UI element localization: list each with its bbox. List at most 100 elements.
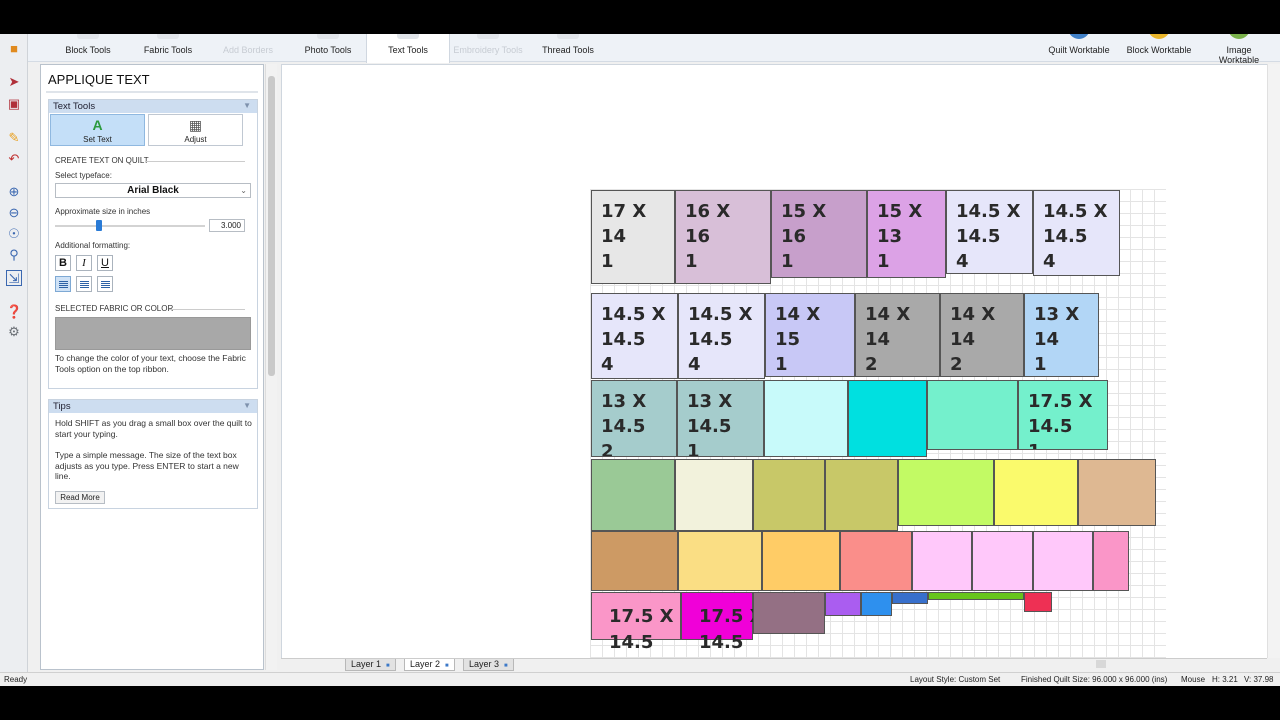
- quilt-block[interactable]: [840, 531, 912, 591]
- quilt-block[interactable]: 14.5 X 14.5 4: [678, 293, 765, 379]
- quilt-block[interactable]: [1078, 459, 1156, 526]
- set-text-button[interactable]: A Set Text: [50, 114, 145, 146]
- quilt-block[interactable]: [928, 592, 1024, 600]
- applique-text[interactable]: 13 X 14.5 2: [601, 389, 646, 456]
- tab-quilt-worktable[interactable]: Quilt Worktable: [1046, 34, 1112, 62]
- panel-scrollbar[interactable]: [265, 64, 277, 670]
- quilt-block[interactable]: [994, 459, 1078, 526]
- undo-icon[interactable]: ↶: [6, 151, 22, 167]
- quilt-block[interactable]: 15 X 16 1: [771, 190, 867, 278]
- italic-button[interactable]: I: [76, 255, 92, 271]
- read-more-button[interactable]: Read More: [55, 491, 105, 504]
- tab-layer-3[interactable]: Layer 3 ■: [463, 659, 514, 671]
- quilt-block[interactable]: [675, 459, 753, 531]
- quilt-grid[interactable]: 17 X 14 1 16 X 16 1 15 X 16 1 15 X 13 1 14.5 X 14.5 4 1…: [590, 189, 1166, 658]
- scrollbar-thumb[interactable]: [1096, 660, 1106, 668]
- canvas-horizontal-scrollbar[interactable]: [856, 658, 1267, 670]
- quilt-block[interactable]: [861, 592, 892, 616]
- quilt-block[interactable]: [762, 531, 840, 591]
- zoom-out-icon[interactable]: ⊖: [6, 205, 22, 221]
- zoom-icon[interactable]: ⚲: [6, 247, 22, 263]
- typeface-select[interactable]: Arial Black ⌄: [55, 183, 251, 198]
- grid-view-icon[interactable]: ⇲: [6, 270, 22, 286]
- size-slider[interactable]: [55, 220, 205, 231]
- applique-text[interactable]: 17.5 X14.51: [609, 604, 674, 658]
- quilt-block[interactable]: [591, 531, 678, 591]
- tab-text-tools[interactable]: Text Tools: [366, 34, 450, 63]
- applique-text[interactable]: 14 X 15 1: [775, 302, 820, 376]
- quilt-block[interactable]: 17.5 X 14.5 1: [1018, 380, 1108, 450]
- quilt-block[interactable]: [753, 459, 825, 531]
- applique-text[interactable]: 13 X 14 1: [1034, 302, 1079, 376]
- quilt-block[interactable]: 14.5 X 14.5 4: [591, 293, 678, 379]
- applique-text[interactable]: 14 X 14 2: [950, 302, 995, 376]
- quilt-block[interactable]: [764, 380, 848, 457]
- quilt-block[interactable]: [848, 380, 927, 457]
- zoom-fit-icon[interactable]: ☉: [6, 226, 22, 242]
- quilt-block[interactable]: [1024, 592, 1052, 612]
- selected-color-swatch[interactable]: [55, 317, 251, 350]
- tab-block-tools[interactable]: Block Tools: [58, 34, 118, 62]
- quilt-block[interactable]: 14 X 14 2: [940, 293, 1024, 377]
- tab-photo-tools[interactable]: Photo Tools: [298, 34, 358, 62]
- tab-add-borders[interactable]: Add Borders: [218, 34, 278, 62]
- applique-text[interactable]: 15 X 16 1: [781, 199, 826, 274]
- collapse-icon[interactable]: ▼: [243, 101, 251, 110]
- quilt-block[interactable]: [1093, 531, 1129, 591]
- quilt-block[interactable]: [892, 592, 928, 604]
- quilt-block[interactable]: 17 X 14 1: [591, 190, 675, 284]
- quilt-block[interactable]: [898, 459, 994, 526]
- slider-handle[interactable]: [96, 220, 102, 231]
- tab-image-worktable[interactable]: Image Worktable: [1206, 34, 1272, 65]
- collapse-icon[interactable]: ▼: [243, 401, 251, 410]
- canvas-vertical-scrollbar[interactable]: [1267, 64, 1280, 658]
- applique-text[interactable]: 14 X 14 2: [865, 302, 910, 376]
- applique-text[interactable]: 16 X 16 1: [685, 199, 730, 274]
- zoom-in-icon[interactable]: ⊕: [6, 184, 22, 200]
- quilt-block[interactable]: [753, 592, 825, 634]
- quilt-block[interactable]: 13 X 14.5 2: [591, 380, 677, 457]
- quilt-block[interactable]: [972, 531, 1033, 591]
- applique-text[interactable]: 13 X 14.5 1: [687, 389, 732, 456]
- quilt-block[interactable]: 14 X 14 2: [855, 293, 940, 377]
- tab-fabric-tools[interactable]: Fabric Tools: [138, 34, 198, 62]
- underline-button[interactable]: U: [97, 255, 113, 271]
- applique-text[interactable]: 14.5 X 14.5 4: [956, 199, 1021, 273]
- size-input[interactable]: 3.000: [209, 219, 245, 232]
- quilt-block[interactable]: [825, 592, 861, 616]
- app-icon[interactable]: ■: [6, 41, 22, 57]
- align-left-button[interactable]: [55, 276, 71, 292]
- quilt-block[interactable]: 14.5 X 14.5 4: [1033, 190, 1120, 276]
- settings-icon[interactable]: ⚙: [6, 324, 22, 340]
- quilt-icon[interactable]: ▣: [6, 96, 22, 112]
- applique-text[interactable]: 15 X 13 1: [877, 199, 922, 274]
- align-center-button[interactable]: [76, 276, 92, 292]
- tab-layer-2[interactable]: Layer 2 ■: [404, 659, 455, 671]
- applique-text[interactable]: 14.5 X 14.5 4: [688, 302, 753, 377]
- applique-text[interactable]: 14.5 X 14.5 4: [1043, 199, 1108, 274]
- adjust-button[interactable]: ▦ Adjust: [148, 114, 243, 146]
- quilt-block[interactable]: [927, 380, 1018, 450]
- applique-text[interactable]: 17 X 14 1: [601, 199, 646, 274]
- quilt-block[interactable]: 15 X 13 1: [867, 190, 946, 278]
- align-right-button[interactable]: [97, 276, 113, 292]
- quilt-block[interactable]: 14.5 X 14.5 4: [946, 190, 1033, 274]
- quilt-block[interactable]: [912, 531, 972, 591]
- pointer-icon[interactable]: ➤: [6, 74, 22, 90]
- quilt-block[interactable]: 14 X 15 1: [765, 293, 855, 377]
- tab-block-worktable[interactable]: Block Worktable: [1126, 34, 1192, 62]
- quilt-block[interactable]: [825, 459, 898, 531]
- quilt-canvas[interactable]: 17 X 14 1 16 X 16 1 15 X 16 1 15 X 13 1 14.5 X 14.5 4 1…: [281, 64, 1267, 658]
- text-tools-header[interactable]: Text Tools ▼: [49, 100, 257, 113]
- quilt-block[interactable]: 13 X 14.5 1: [677, 380, 764, 457]
- tab-embroidery-tools[interactable]: Embroidery Tools: [448, 34, 528, 62]
- bold-button[interactable]: B: [55, 255, 71, 271]
- quilt-block[interactable]: [591, 459, 675, 531]
- quilt-block[interactable]: 13 X 14 1: [1024, 293, 1099, 377]
- applique-text[interactable]: 14.5 X 14.5 4: [601, 302, 666, 377]
- tab-thread-tools[interactable]: Thread Tools: [536, 34, 600, 62]
- quilt-block[interactable]: 16 X 16 1: [675, 190, 771, 284]
- quilt-block[interactable]: [678, 531, 762, 591]
- help-icon[interactable]: ❓: [6, 304, 22, 320]
- applique-text[interactable]: 17.5 X14.51: [1028, 389, 1093, 449]
